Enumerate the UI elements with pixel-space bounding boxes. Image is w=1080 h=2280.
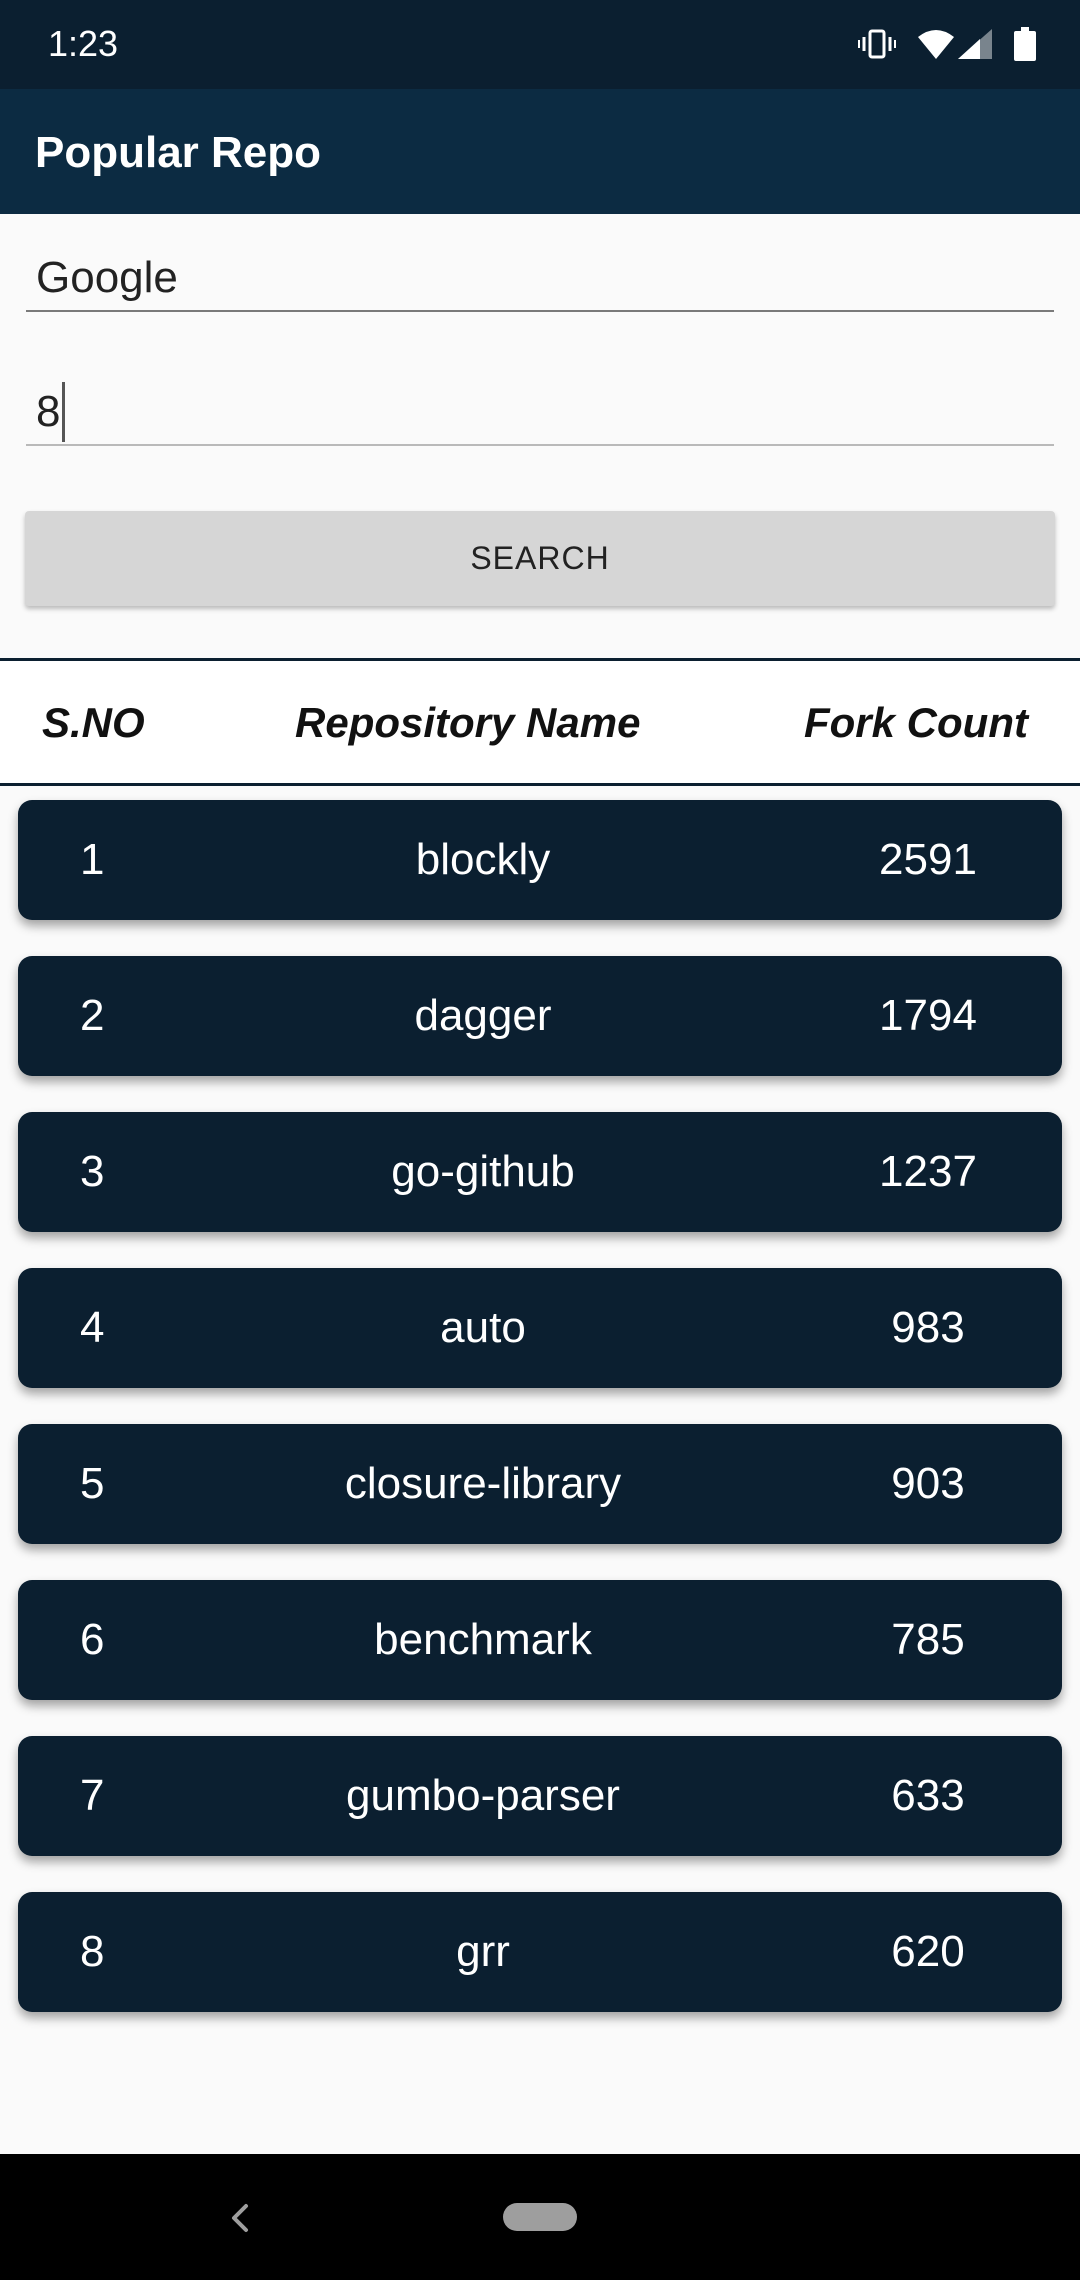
- status-time: 1:23: [48, 23, 119, 64]
- home-pill-icon[interactable]: [503, 2203, 577, 2231]
- header-sno: S.NO: [42, 699, 145, 746]
- repo-count-input[interactable]: 8: [26, 376, 1054, 446]
- repo-name: go-github: [391, 1147, 575, 1196]
- header-repository-name: Repository Name: [295, 699, 641, 746]
- repo-sno: 6: [80, 1615, 105, 1664]
- repo-fork-count: 633: [891, 1771, 965, 1820]
- repo-name: auto: [440, 1303, 526, 1352]
- table-header: S.NO Repository Name Fork Count: [0, 658, 1080, 786]
- repo-card[interactable]: 8 grr 620: [18, 1892, 1062, 2012]
- header-fork-count: Fork Count: [804, 699, 1028, 746]
- repo-card[interactable]: 1 blockly 2591: [18, 800, 1062, 920]
- repo-count-input-value: 8: [36, 387, 61, 436]
- app-bar: Popular Repo: [0, 89, 1080, 214]
- repo-name: benchmark: [374, 1615, 592, 1664]
- repo-fork-count: 903: [891, 1459, 965, 1508]
- signal-icon: [958, 29, 992, 59]
- repo-card[interactable]: 5 closure-library 903: [18, 1424, 1062, 1544]
- search-button[interactable]: SEARCH: [25, 511, 1055, 606]
- organization-input-value: Google: [36, 253, 178, 302]
- repo-name: grr: [456, 1927, 510, 1976]
- repo-card[interactable]: 3 go-github 1237: [18, 1112, 1062, 1232]
- repo-sno: 3: [80, 1147, 105, 1196]
- repo-sno: 4: [80, 1303, 105, 1352]
- vibrate-icon: [858, 29, 896, 59]
- app-title: Popular Repo: [35, 128, 322, 177]
- repo-sno: 7: [80, 1771, 105, 1820]
- text-cursor: [62, 382, 65, 442]
- organization-input[interactable]: Google: [26, 250, 1054, 312]
- repo-card[interactable]: 6 benchmark 785: [18, 1580, 1062, 1700]
- repo-card[interactable]: 7 gumbo-parser 633: [18, 1736, 1062, 1856]
- status-icons: [858, 24, 1036, 64]
- battery-icon: [1014, 27, 1036, 61]
- repo-fork-count: 785: [891, 1615, 965, 1664]
- repo-card[interactable]: 2 dagger 1794: [18, 956, 1062, 1076]
- repo-sno: 1: [80, 835, 105, 884]
- repo-fork-count: 2591: [879, 835, 977, 884]
- repo-fork-count: 1237: [879, 1147, 977, 1196]
- repo-name: blockly: [415, 835, 551, 884]
- repo-fork-count: 983: [891, 1303, 965, 1352]
- repo-name: dagger: [414, 991, 552, 1040]
- repo-name: gumbo-parser: [346, 1771, 620, 1820]
- repo-fork-count: 620: [891, 1927, 965, 1976]
- repo-name: closure-library: [344, 1459, 622, 1508]
- navigation-bar: [0, 2154, 1080, 2280]
- status-bar: 1:23: [0, 0, 1080, 89]
- wifi-icon: [918, 29, 954, 59]
- repo-sno: 5: [80, 1459, 105, 1508]
- repo-card[interactable]: 4 auto 983: [18, 1268, 1062, 1388]
- back-icon[interactable]: [226, 2198, 254, 2243]
- repo-fork-count: 1794: [879, 991, 977, 1040]
- repo-sno: 8: [80, 1927, 105, 1976]
- repo-sno: 2: [80, 991, 105, 1040]
- repo-list[interactable]: 1 blockly 2591 2 dagger 1794 3 go-github…: [0, 784, 1080, 2030]
